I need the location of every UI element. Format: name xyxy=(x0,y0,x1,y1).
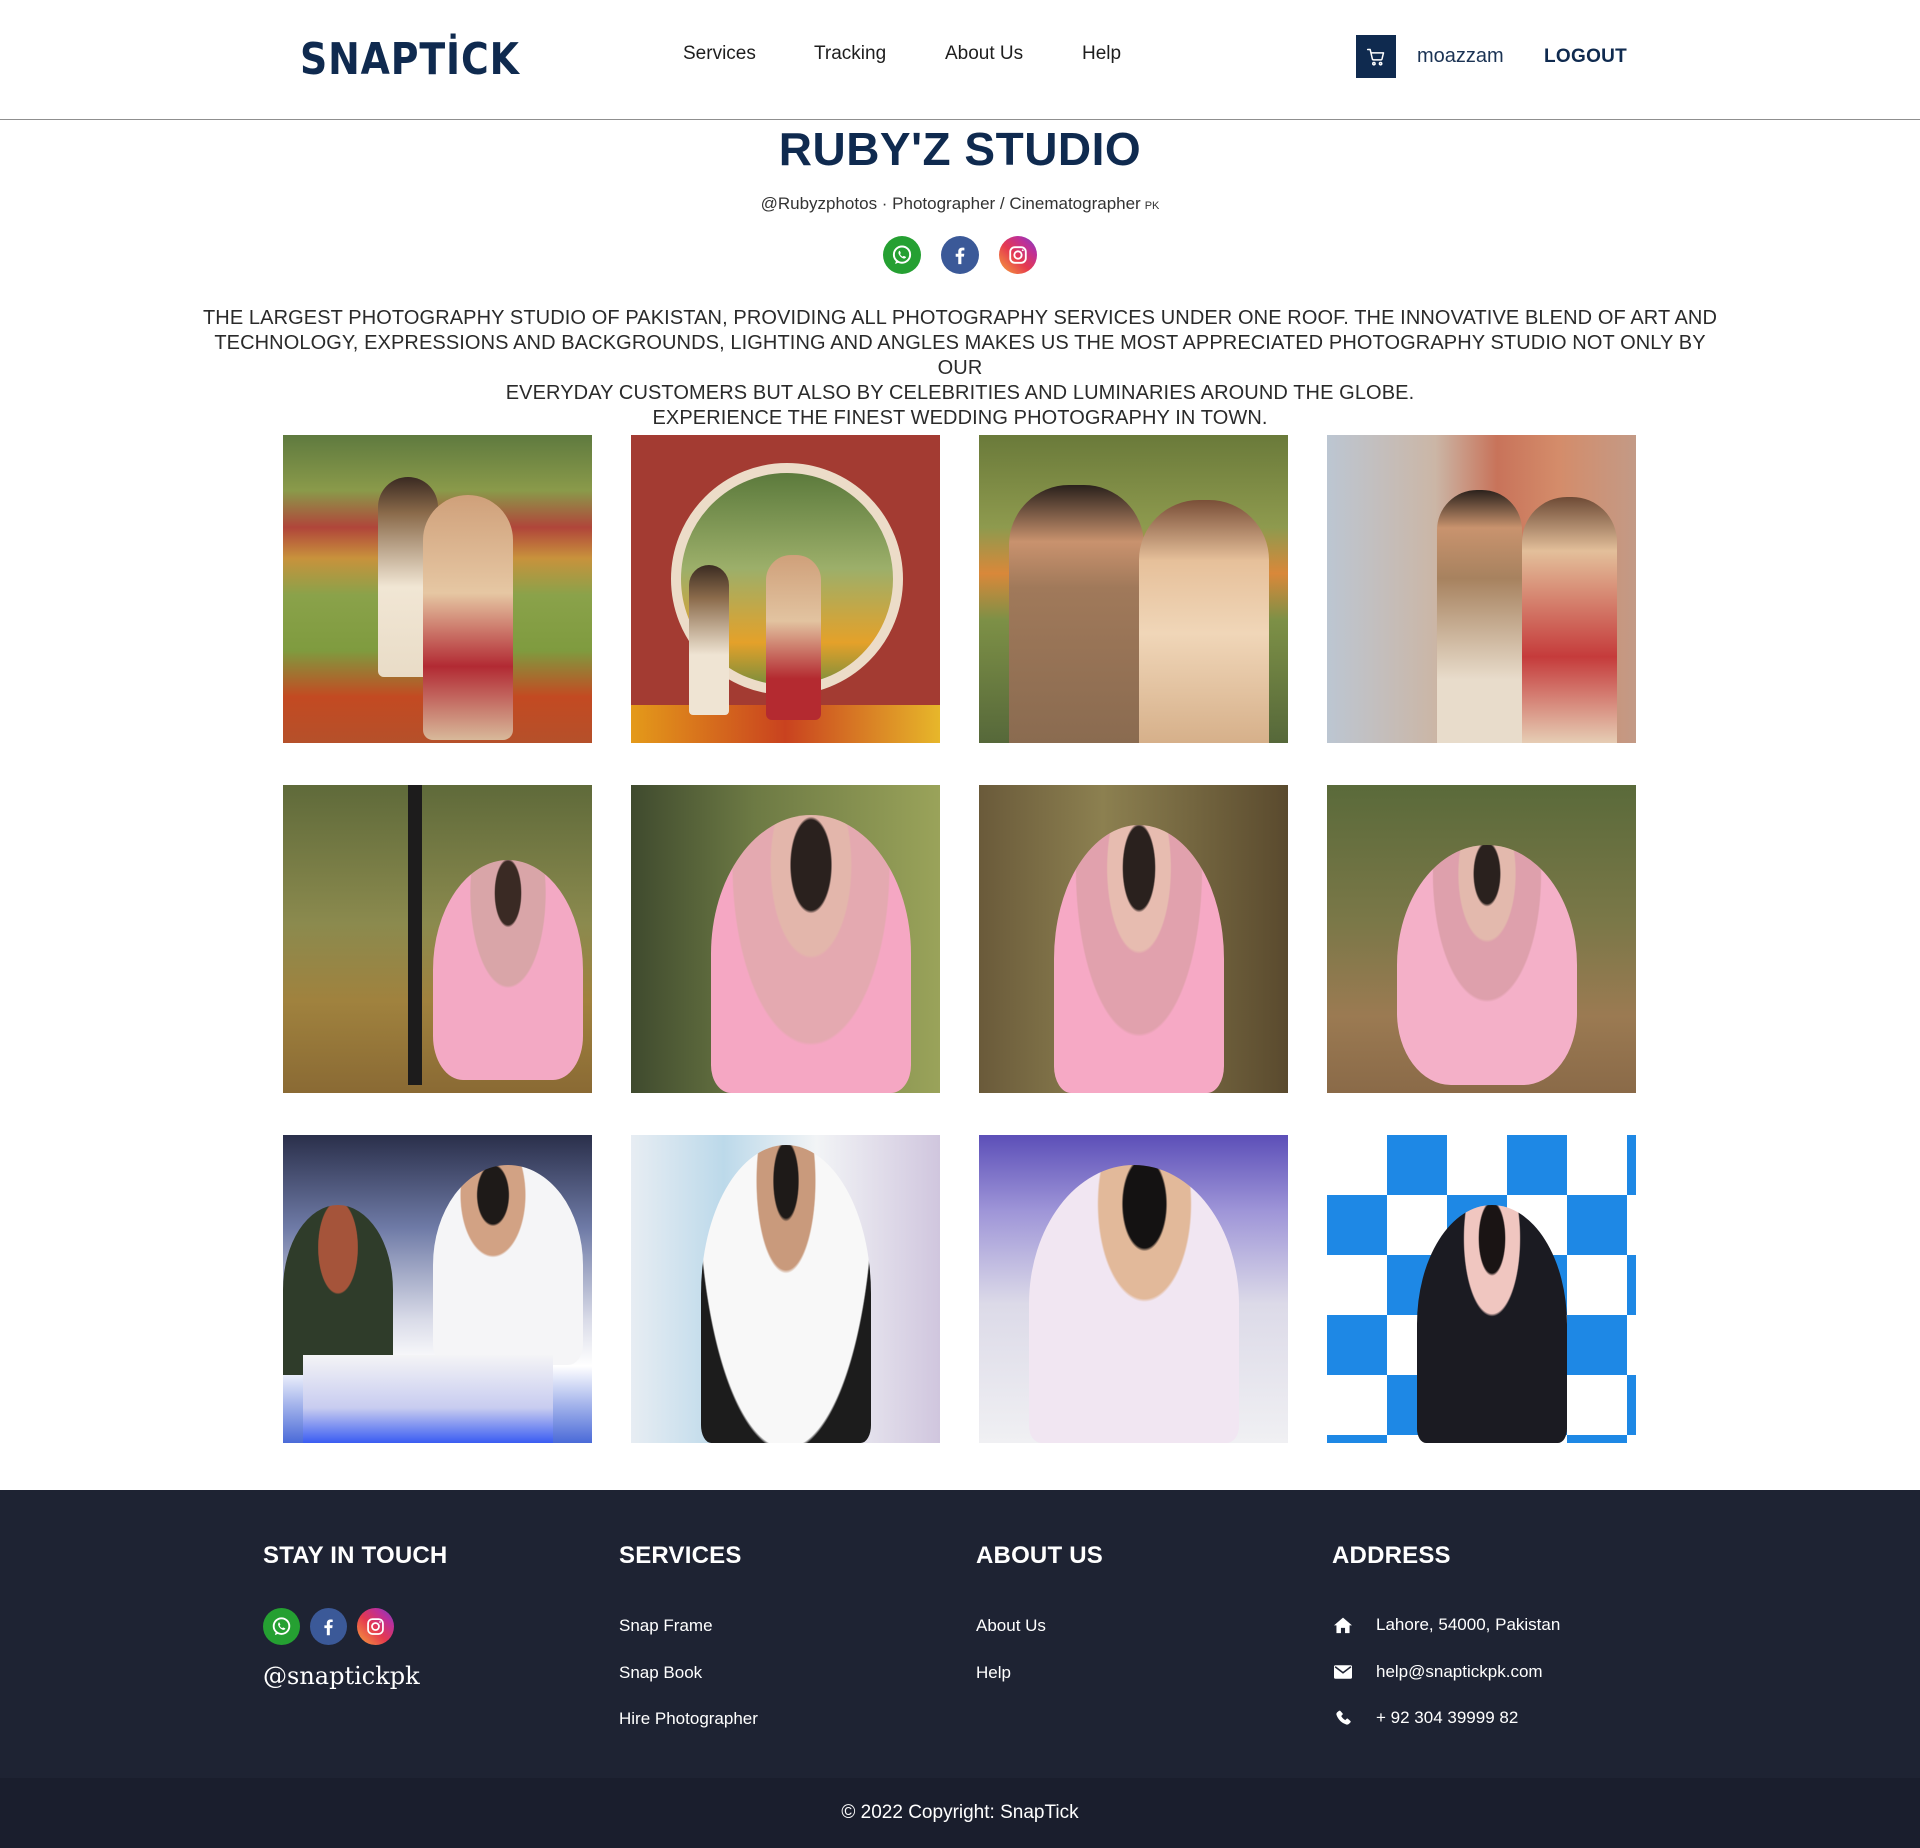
site-footer: STAY IN TOUCH @snaptickpk SERVICES Snap … xyxy=(0,1490,1920,1778)
footer-stay-in-touch: STAY IN TOUCH @snaptickpk xyxy=(263,1542,448,1690)
footer-link-snap-book[interactable]: Snap Book xyxy=(619,1663,702,1683)
studio-description: THE LARGEST PHOTOGRAPHY STUDIO OF PAKIST… xyxy=(200,306,1720,431)
description-line: EVERYDAY CUSTOMERS BUT ALSO BY CELEBRITI… xyxy=(505,382,1415,404)
gallery-photo-7[interactable] xyxy=(979,785,1288,1093)
nav-tracking[interactable]: Tracking xyxy=(814,43,886,65)
studio-title: RUBY'Z STUDIO xyxy=(778,123,1142,175)
gallery-photo-12[interactable] xyxy=(1327,1135,1636,1443)
address-location-row: Lahore, 54000, Pakistan xyxy=(1332,1614,1560,1636)
instagram-icon xyxy=(1009,246,1027,264)
logo-text: SNAPTİCK xyxy=(300,34,520,85)
footer-link-help[interactable]: Help xyxy=(976,1663,1011,1683)
studio-instagram-link[interactable] xyxy=(999,236,1037,274)
gallery-photo-3[interactable] xyxy=(979,435,1288,743)
instagram-icon xyxy=(367,1618,384,1635)
address-location: Lahore, 54000, Pakistan xyxy=(1376,1615,1561,1634)
gallery-photo-1[interactable] xyxy=(283,435,592,743)
address-phone-row: + 92 304 39999 82 xyxy=(1332,1707,1518,1729)
phone-icon xyxy=(1332,1707,1354,1729)
whatsapp-icon xyxy=(892,245,912,264)
site-header: SNAPTİCK Services Tracking About Us Help… xyxy=(0,0,1920,120)
footer-heading-address: ADDRESS xyxy=(1332,1542,1451,1569)
username-label[interactable]: moazzam xyxy=(1417,45,1504,68)
address-email[interactable]: help@snaptickpk.com xyxy=(1376,1662,1543,1682)
studio-facebook-link[interactable] xyxy=(941,236,979,274)
footer-heading-about-us: ABOUT US xyxy=(976,1542,1103,1569)
whatsapp-icon xyxy=(272,1617,291,1636)
copyright-text: © 2022 Copyright: SnapTick xyxy=(841,1802,1079,1823)
studio-whatsapp-link[interactable] xyxy=(883,236,921,274)
gallery-photo-8[interactable] xyxy=(1327,785,1636,1093)
footer-link-about-us[interactable]: About Us xyxy=(976,1616,1046,1636)
gallery-photo-10[interactable] xyxy=(631,1135,940,1443)
footer-facebook-link[interactable] xyxy=(310,1608,347,1645)
nav-about-us[interactable]: About Us xyxy=(945,43,1023,65)
footer-link-snap-frame[interactable]: Snap Frame xyxy=(619,1616,713,1636)
copyright-bar: © 2022 Copyright: SnapTick xyxy=(0,1778,1920,1848)
home-icon xyxy=(1332,1614,1354,1636)
studio-social-links xyxy=(883,236,1037,274)
gallery-photo-4[interactable] xyxy=(1327,435,1636,743)
nav-help[interactable]: Help xyxy=(1082,43,1121,65)
gallery-photo-6[interactable] xyxy=(631,785,940,1093)
footer-social-links xyxy=(263,1608,394,1645)
description-line: THE LARGEST PHOTOGRAPHY STUDIO OF PAKIST… xyxy=(202,307,1718,329)
description-line: EXPERIENCE THE FINEST WEDDING PHOTOGRAPH… xyxy=(652,407,1268,429)
footer-heading-services: SERVICES xyxy=(619,1542,742,1569)
description-line: TECHNOLOGY, EXPRESSIONS AND BACKGROUNDS,… xyxy=(214,332,1706,379)
gallery-photo-11[interactable] xyxy=(979,1135,1288,1443)
cart-button[interactable] xyxy=(1356,35,1396,78)
facebook-icon xyxy=(955,247,965,265)
logout-button[interactable]: LOGOUT xyxy=(1544,46,1627,68)
footer-services: SERVICES Snap Frame Snap Book Hire Photo… xyxy=(619,1542,758,1728)
address-email-row: help@snaptickpk.com xyxy=(1332,1661,1543,1683)
country-code: PK xyxy=(1144,200,1160,212)
footer-address: ADDRESS Lahore, 54000, Pakistan help@sna… xyxy=(1332,1542,1560,1727)
snaptick-logo[interactable]: SNAPTİCK xyxy=(300,20,556,82)
photo-gallery xyxy=(283,435,1637,1443)
envelope-icon xyxy=(1332,1661,1354,1683)
footer-about: ABOUT US About Us Help xyxy=(976,1542,1103,1682)
gallery-photo-2[interactable] xyxy=(631,435,940,743)
footer-handle: @snaptickpk xyxy=(263,1662,420,1690)
nav-services[interactable]: Services xyxy=(683,43,756,65)
footer-heading-stay-in-touch: STAY IN TOUCH xyxy=(263,1542,448,1569)
footer-whatsapp-link[interactable] xyxy=(263,1608,300,1645)
footer-link-hire-photographer[interactable]: Hire Photographer xyxy=(619,1709,758,1729)
studio-handle-role: @Rubyzphotos · Photographer / Cinematogr… xyxy=(760,194,1141,213)
cart-icon xyxy=(1366,48,1385,66)
footer-instagram-link[interactable] xyxy=(357,1608,394,1645)
facebook-icon xyxy=(324,1619,333,1636)
gallery-photo-5[interactable] xyxy=(283,785,592,1093)
studio-subtitle: @Rubyzphotos · Photographer / Cinematogr… xyxy=(0,194,1920,214)
address-phone[interactable]: + 92 304 39999 82 xyxy=(1376,1708,1518,1728)
gallery-photo-9[interactable] xyxy=(283,1135,592,1443)
